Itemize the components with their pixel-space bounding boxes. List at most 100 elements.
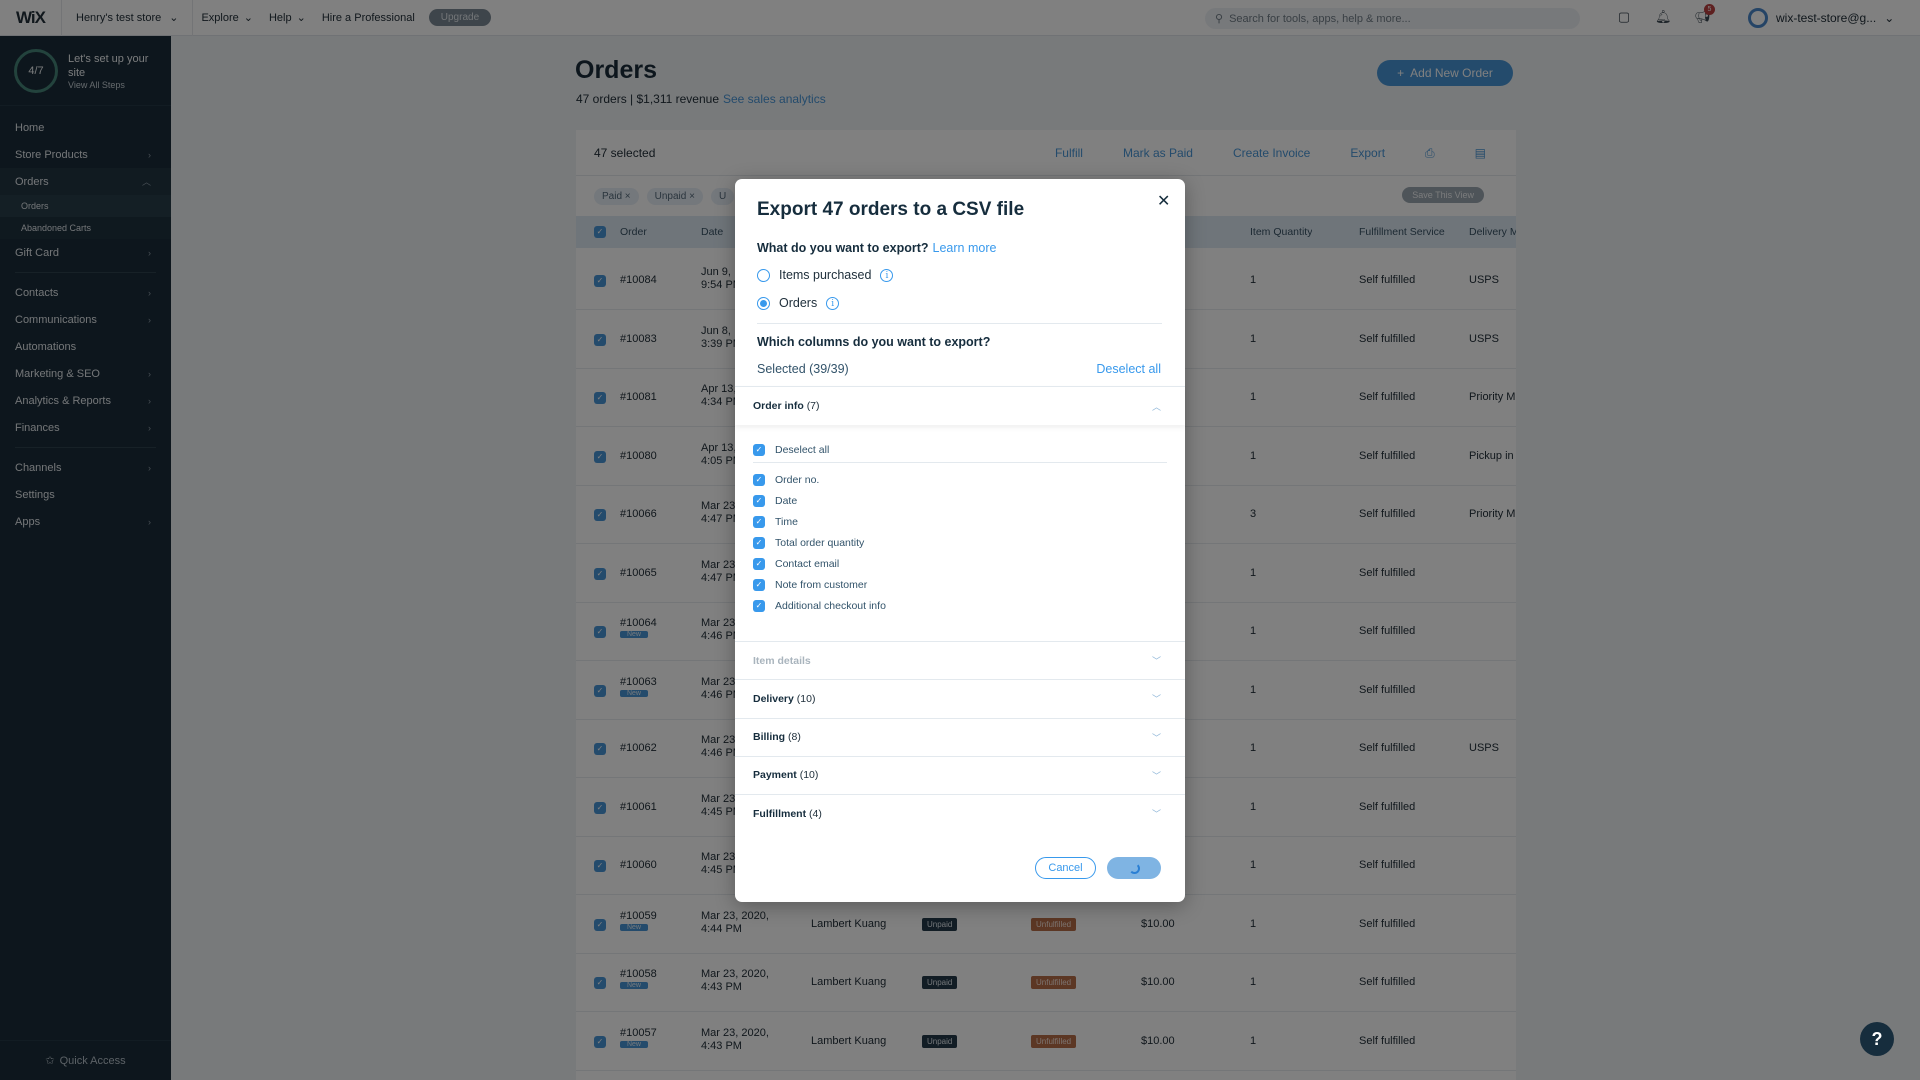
checkbox-deselect-all[interactable]: ✓ Deselect all — [753, 444, 829, 456]
explore-menu[interactable]: Explore ⌄ — [193, 11, 261, 25]
order-number[interactable]: #10060 — [620, 859, 657, 871]
export-button[interactable]: Export — [1350, 146, 1385, 160]
filter-chip[interactable]: U — [710, 187, 735, 205]
deselect-all-link[interactable]: Deselect all — [1096, 362, 1161, 376]
print-icon[interactable]: ⎙ — [1425, 146, 1435, 161]
checkbox[interactable]: ✓ — [753, 444, 765, 456]
column-checkbox[interactable]: ✓ Time — [753, 516, 798, 528]
order-number[interactable]: #10061 — [620, 801, 657, 813]
order-number[interactable]: #10062 — [620, 742, 657, 754]
checkbox[interactable]: ✓ — [753, 495, 765, 507]
order-number[interactable]: #10065 — [620, 567, 657, 579]
column-checkbox[interactable]: ✓ Total order quantity — [753, 537, 864, 549]
upgrade-button[interactable]: Upgrade — [428, 9, 492, 26]
sidebar-item-finances[interactable]: Finances › — [0, 414, 171, 441]
section-order-info[interactable]: Order info (7) ︿ — [735, 386, 1185, 425]
sidebar-item-channels[interactable]: Channels › — [0, 454, 171, 481]
remove-filter-icon[interactable]: × — [622, 191, 631, 202]
sidebar-item-settings[interactable]: Settings — [0, 481, 171, 508]
row-checkbox[interactable]: ✓ — [594, 977, 606, 989]
help-button[interactable]: ? — [1860, 1022, 1894, 1056]
section-item-details[interactable]: Item details ﹀ — [735, 641, 1185, 679]
col-order[interactable]: Order — [620, 226, 647, 238]
row-checkbox[interactable]: ✓ — [594, 509, 606, 521]
checkbox[interactable]: ✓ — [753, 600, 765, 612]
order-number[interactable]: #10083 — [620, 333, 657, 345]
order-number[interactable]: #10066 — [620, 508, 657, 520]
row-checkbox[interactable]: ✓ — [594, 918, 606, 931]
checkbox[interactable]: ✓ — [753, 537, 765, 549]
radio-button[interactable] — [757, 296, 770, 310]
row-checkbox[interactable]: ✓ — [594, 801, 606, 814]
col-fulfillment-service[interactable]: Fulfillment Service — [1359, 226, 1445, 238]
create-invoice-button[interactable]: Create Invoice — [1233, 146, 1310, 160]
order-number[interactable]: #10059 New — [620, 910, 657, 931]
sidebar-item-gift-card[interactable]: Gift Card › — [0, 239, 171, 266]
sidebar-item-home[interactable]: Home — [0, 114, 171, 141]
filter-chip[interactable]: Unpaid × — [646, 187, 703, 205]
sidebar-item-marketing-seo[interactable]: Marketing & SEO › — [0, 360, 171, 387]
quick-access-button[interactable]: ✩ Quick Access — [0, 1040, 171, 1080]
bell-icon[interactable]: 🔔︎ — [1655, 9, 1672, 25]
radio-button[interactable] — [757, 268, 770, 282]
col-item-quantity[interactable]: Item Quantity — [1250, 226, 1312, 238]
save-view-button[interactable]: Save This View — [1402, 187, 1484, 203]
radio-orders[interactable]: Orders i — [757, 296, 840, 310]
row-checkbox[interactable]: ✓ — [594, 450, 606, 463]
row-checkbox[interactable]: ✓ — [594, 392, 606, 404]
cancel-button[interactable]: Cancel — [1035, 857, 1096, 879]
sidebar-item-apps[interactable]: Apps › — [0, 508, 171, 535]
order-number[interactable]: #10058 New — [620, 968, 657, 989]
select-all-checkbox[interactable]: ✓ — [594, 226, 606, 238]
row-checkbox[interactable]: ✓ — [594, 860, 606, 872]
section-delivery[interactable]: Delivery (10) ﹀ — [735, 679, 1185, 717]
checkbox[interactable]: ✓ — [753, 516, 765, 528]
sidebar-item-abandoned-carts[interactable]: Abandoned Carts — [0, 217, 171, 239]
column-checkbox[interactable]: ✓ Order no. — [753, 474, 819, 486]
export-button-loading[interactable] — [1107, 857, 1161, 879]
order-number[interactable]: #10063 New — [620, 676, 657, 697]
section-payment[interactable]: Payment (10) ﹀ — [735, 755, 1185, 794]
section-fulfillment[interactable]: Fulfillment (4) ﹀ — [735, 794, 1185, 832]
row-checkbox[interactable]: ✓ — [594, 1035, 606, 1048]
row-checkbox[interactable]: ✓ — [594, 626, 606, 638]
row-checkbox[interactable]: ✓ — [594, 275, 606, 287]
row-checkbox[interactable]: ✓ — [594, 567, 606, 580]
order-number[interactable]: #10080 — [620, 450, 657, 462]
info-icon[interactable]: i — [880, 268, 894, 282]
checkbox[interactable]: ✓ — [753, 474, 765, 486]
fulfill-button[interactable]: Fulfill — [1055, 146, 1083, 160]
table-row[interactable]: ✓ #10058 New Mar 23, 2020, 4:43 PM Lambert Ku… — [576, 954, 1516, 1012]
site-selector[interactable]: Henry's test store ⌄ — [62, 0, 194, 36]
column-checkbox[interactable]: ✓ Contact email — [753, 558, 839, 570]
row-checkbox[interactable]: ✓ — [594, 333, 606, 346]
archive-icon[interactable]: ▤ — [1475, 146, 1486, 160]
sidebar-item-contacts[interactable]: Contacts › — [0, 279, 171, 306]
section-billing[interactable]: Billing (8) ﹀ — [735, 717, 1185, 756]
column-checkbox[interactable]: ✓ Note from customer — [753, 579, 867, 591]
filter-chip[interactable]: Paid × — [594, 187, 639, 205]
checkbox[interactable]: ✓ — [753, 558, 765, 570]
order-number[interactable]: #10064 New — [620, 617, 657, 638]
sidebar-item-automations[interactable]: Automations — [0, 333, 171, 360]
table-row[interactable]: ✓ #10059 New Mar 23, 2020, 4:44 PM Lambert Ku… — [576, 896, 1516, 954]
sales-analytics-link[interactable]: See sales analytics — [723, 92, 826, 106]
add-new-order-button[interactable]: + Add New Order — [1377, 60, 1513, 86]
setup-progress[interactable]: 4/7 Let's set up your site View All Steps — [0, 36, 171, 106]
view-all-steps-link[interactable]: View All Steps — [68, 80, 158, 90]
row-checkbox[interactable]: ✓ — [594, 743, 606, 755]
wix-logo[interactable]: WiX — [0, 0, 62, 36]
order-number[interactable]: #10057 New — [620, 1027, 657, 1048]
user-menu[interactable]: wix-test-store@g... ⌄ — [1748, 8, 1894, 28]
sidebar-item-orders[interactable]: Orders ︿ — [0, 168, 171, 195]
search-input[interactable]: ⚲ Search for tools, apps, help & more... — [1205, 8, 1580, 29]
order-number[interactable]: #10084 — [620, 274, 657, 286]
mark-paid-button[interactable]: Mark as Paid — [1123, 146, 1193, 160]
table-row[interactable]: ✓ #10057 New Mar 23, 2020, 4:43 PM Lambert Ku… — [576, 1013, 1516, 1071]
column-checkbox[interactable]: ✓ Date — [753, 495, 797, 507]
info-icon[interactable]: i — [826, 296, 840, 310]
help-menu[interactable]: Help ⌄ — [261, 11, 314, 25]
col-delivery[interactable]: Delivery M — [1469, 226, 1516, 238]
column-checkbox[interactable]: ✓ Additional checkout info — [753, 600, 886, 612]
learn-more-link[interactable]: Learn more — [933, 241, 997, 255]
